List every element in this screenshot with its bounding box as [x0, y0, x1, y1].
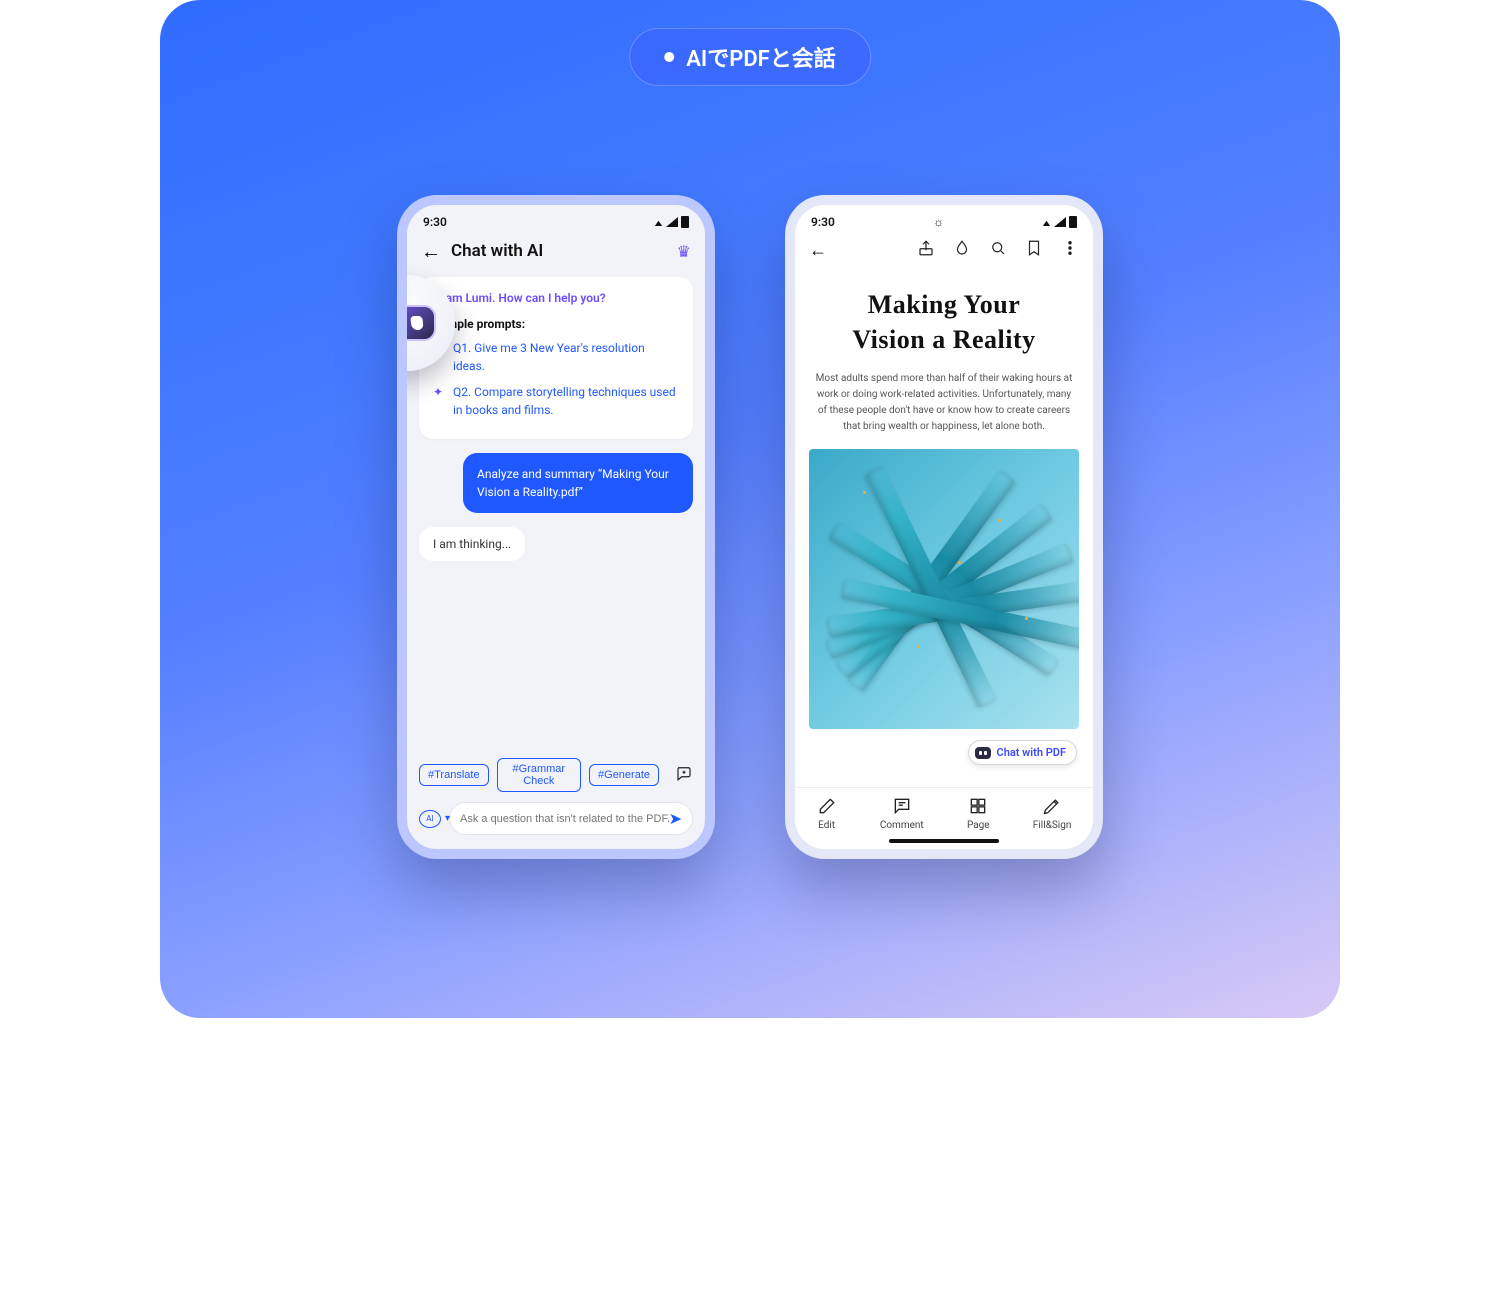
status-icons — [654, 215, 689, 229]
battery-icon — [1069, 216, 1077, 228]
back-icon[interactable]: ← — [809, 240, 827, 261]
chip-generate[interactable]: #Generate — [589, 764, 659, 786]
chat-input-pill[interactable]: ➤ — [449, 802, 693, 835]
wifi-icon — [1042, 215, 1051, 229]
header-pill-text: AIでPDFと会話 — [686, 41, 836, 73]
phone-pdf: 9:30 ☼ ← Ma — [785, 195, 1103, 859]
nav-fill-sign[interactable]: Fill&Sign — [1033, 796, 1072, 831]
brightness-icon[interactable]: ☼ — [933, 215, 944, 229]
ai-message: ! I am Lumi. How can I help you? Sample … — [419, 277, 693, 439]
share-icon[interactable] — [917, 239, 935, 261]
chip-row: #Translate #Grammar Check #Generate — [407, 758, 705, 802]
wifi-icon — [654, 215, 663, 229]
chip-grammar[interactable]: #Grammar Check — [497, 758, 581, 792]
nav-page[interactable]: Page — [967, 796, 990, 831]
phone-chat: 9:30 ← Chat with AI ♛ ! I am Lumi. How c… — [397, 195, 715, 859]
document-content[interactable]: Making Your Vision a Reality Most adults… — [795, 269, 1093, 449]
nav-comment[interactable]: Comment — [880, 796, 924, 831]
robot-eye-icon — [397, 316, 404, 330]
ai-thinking-text: I am thinking... — [433, 537, 511, 551]
samples-label: Sample prompts: — [433, 315, 679, 333]
signal-icon — [1054, 217, 1066, 227]
robot-icon — [975, 747, 991, 759]
ai-thinking: I am thinking... — [419, 527, 525, 561]
nav-fill-label: Fill&Sign — [1033, 820, 1072, 831]
robot-eye-icon — [410, 316, 423, 330]
status-bar: 9:30 — [407, 205, 705, 233]
more-icon[interactable] — [1061, 239, 1079, 261]
nav-edit[interactable]: Edit — [817, 796, 837, 831]
pill-dot-icon — [664, 52, 674, 62]
sample-prompt-2-text: Q2. Compare storytelling techniques used… — [453, 383, 679, 419]
bookmark-icon[interactable] — [1025, 239, 1043, 261]
status-icons — [1042, 215, 1077, 229]
back-icon[interactable]: ← — [421, 241, 441, 261]
signal-icon — [666, 217, 678, 227]
phones-row: 9:30 ← Chat with AI ♛ ! I am Lumi. How c… — [160, 195, 1340, 859]
pdf-toolbar: ← — [795, 233, 1093, 269]
ai-mode-toggle[interactable]: AI — [419, 810, 441, 828]
robot-face-icon — [397, 305, 436, 341]
crown-icon[interactable]: ♛ — [677, 242, 691, 261]
search-icon[interactable] — [989, 239, 1007, 261]
input-bar: AI ➤ — [407, 802, 705, 849]
chat-input[interactable] — [460, 813, 669, 825]
new-chat-icon[interactable] — [675, 764, 693, 787]
stage: AIでPDFと会話 9:30 ← — [160, 0, 1340, 1018]
sparkle-icon: ✦ — [433, 383, 445, 419]
status-time: 9:30 — [423, 215, 447, 229]
page-title: Chat with AI — [451, 241, 543, 261]
nav-comment-label: Comment — [880, 820, 924, 831]
sample-prompt-1[interactable]: ✦ Q1. Give me 3 New Year's resolution id… — [433, 339, 679, 375]
nav-edit-label: Edit — [818, 820, 835, 831]
chip-translate[interactable]: #Translate — [419, 764, 489, 786]
status-time: 9:30 — [811, 215, 835, 229]
battery-icon — [681, 216, 689, 228]
ink-icon[interactable] — [953, 239, 971, 261]
app-bar: ← Chat with AI ♛ — [407, 233, 705, 271]
status-bar: 9:30 ☼ — [795, 205, 1093, 233]
home-indicator — [889, 839, 999, 843]
send-icon[interactable]: ➤ — [669, 809, 682, 828]
chat-with-pdf-button[interactable]: Chat with PDF — [968, 740, 1078, 765]
nav-page-label: Page — [967, 820, 990, 831]
chat-with-pdf-label: Chat with PDF — [997, 746, 1067, 759]
sample-prompt-1-text: Q1. Give me 3 New Year's resolution idea… — [453, 339, 679, 375]
document-image — [809, 449, 1079, 729]
user-message-text: Analyze and summary “Making Your Vision … — [477, 467, 669, 499]
ai-greeting: ! I am Lumi. How can I help you? — [433, 289, 679, 307]
bottom-nav: Edit Comment Page Fill&Sign — [795, 787, 1093, 849]
sample-prompt-2[interactable]: ✦ Q2. Compare storytelling techniques us… — [433, 383, 679, 419]
document-paragraph: Most adults spend more than half of thei… — [815, 371, 1073, 435]
user-message: Analyze and summary “Making Your Vision … — [463, 453, 693, 513]
document-title: Making Your Vision a Reality — [815, 287, 1073, 357]
header-pill: AIでPDFと会話 — [629, 28, 871, 86]
chat-body: ! I am Lumi. How can I help you? Sample … — [407, 271, 705, 758]
